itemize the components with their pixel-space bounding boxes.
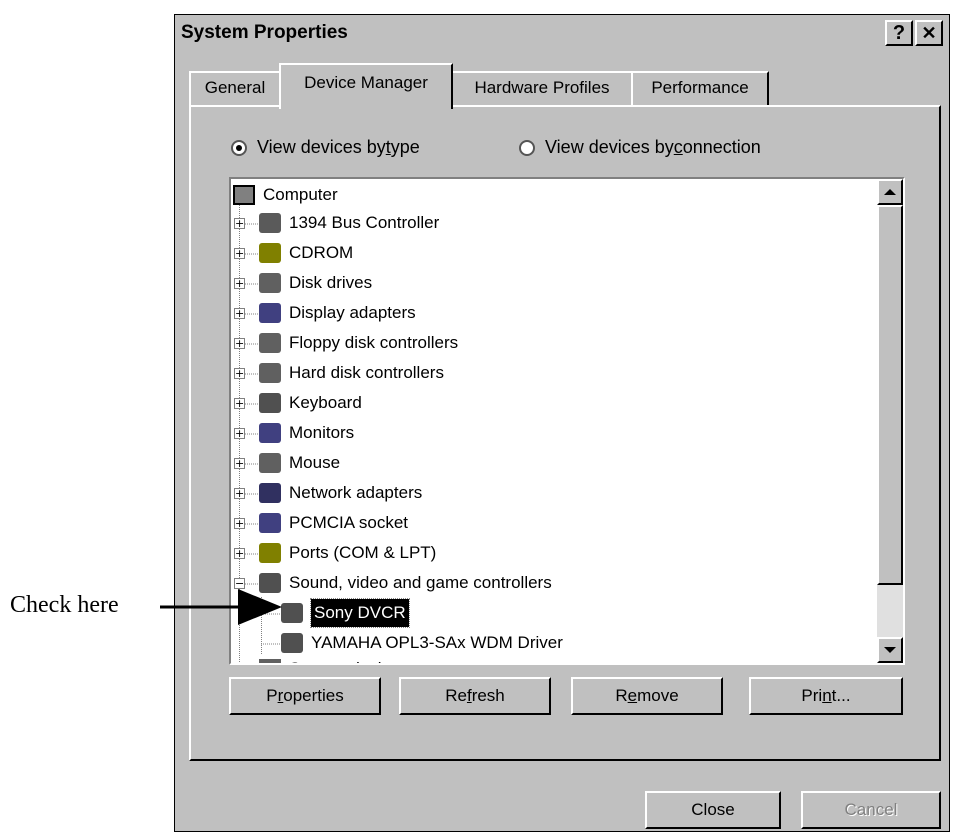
hard-disk-controller-icon — [259, 363, 281, 383]
tab-hardware-profiles[interactable]: Hardware Profiles — [451, 71, 633, 105]
tree-connector — [245, 523, 259, 525]
tree-connector — [245, 403, 259, 405]
close-window-button[interactable]: ✕ — [915, 20, 943, 46]
tree-item-partial[interactable]: System devices — [259, 655, 408, 663]
print-button[interactable]: Print... — [749, 677, 903, 715]
system-devices-icon — [259, 659, 281, 663]
refresh-button[interactable]: Refresh — [399, 677, 551, 715]
scroll-thumb[interactable] — [877, 205, 903, 585]
tree-child-item[interactable]: YAMAHA OPL3-SAx WDM Driver — [281, 629, 563, 657]
monitor-icon — [259, 423, 281, 443]
tree-connector — [245, 583, 259, 585]
view-by-connection-radio[interactable]: View devices by c onnection — [519, 137, 761, 158]
tree-connector — [245, 313, 259, 315]
sound-video-icon — [259, 573, 281, 593]
tab-performance[interactable]: Performance — [631, 71, 769, 105]
tree-item[interactable]: PCMCIA socket — [259, 509, 408, 537]
tree-expander[interactable]: + — [234, 548, 245, 559]
tree-connector — [245, 463, 259, 465]
cdrom-icon — [259, 243, 281, 263]
tree-expander[interactable]: + — [234, 488, 245, 499]
pcmcia-icon — [259, 513, 281, 533]
tree-expander[interactable]: + — [234, 368, 245, 379]
tree-item[interactable]: Disk drives — [259, 269, 372, 297]
tree-expander[interactable]: + — [234, 308, 245, 319]
tree-item[interactable]: Sound, video and game controllers — [259, 569, 552, 597]
computer-icon — [233, 185, 255, 205]
tree-item[interactable]: 1394 Bus Controller — [259, 209, 439, 237]
tree-connector — [245, 343, 259, 345]
device-tree[interactable]: Computer +1394 Bus Controller + CDROM + Disk… — [229, 177, 905, 665]
cancel-button[interactable]: Cancel — [801, 791, 941, 829]
view-by-type-radio[interactable]: View devices by t ype — [231, 137, 420, 158]
tree-item[interactable]: Display adapters — [259, 299, 416, 327]
tree-connector — [261, 613, 281, 615]
display-adapter-icon — [259, 303, 281, 323]
close-button[interactable]: Close — [645, 791, 781, 829]
scroll-down-button[interactable] — [877, 637, 903, 663]
remove-button[interactable]: Remove — [571, 677, 723, 715]
scroll-down-icon — [884, 647, 896, 653]
vertical-scrollbar[interactable] — [877, 179, 903, 663]
sound-video-icon — [281, 633, 303, 653]
disk-drive-icon — [259, 273, 281, 293]
mouse-icon — [259, 453, 281, 473]
tree-item[interactable]: CDROM — [259, 239, 353, 267]
tree-item[interactable]: Floppy disk controllers — [259, 329, 458, 357]
tree-item[interactable]: Keyboard — [259, 389, 362, 417]
tree-connector — [245, 493, 259, 495]
window-title: System Properties — [181, 22, 348, 43]
tree-item[interactable]: Network adapters — [259, 479, 422, 507]
tree-expander[interactable]: − — [234, 578, 245, 589]
tree-expander[interactable]: + — [234, 218, 245, 229]
tab-general[interactable]: General — [189, 71, 281, 105]
radio-selected-icon — [231, 139, 247, 156]
radio-unselected-icon — [519, 139, 535, 156]
scroll-up-icon — [884, 189, 896, 195]
bus-controller-icon — [259, 213, 281, 233]
tree-expander[interactable]: + — [234, 278, 245, 289]
tree-child-item[interactable]: Sony DVCR — [281, 598, 410, 628]
tree-item[interactable]: Ports (COM & LPT) — [259, 539, 436, 567]
tree-connector — [245, 373, 259, 375]
tree-expander[interactable]: + — [234, 458, 245, 469]
tree-expander[interactable]: + — [234, 248, 245, 259]
help-button[interactable]: ? — [885, 20, 913, 46]
tree-expander[interactable]: + — [234, 398, 245, 409]
floppy-controller-icon — [259, 333, 281, 353]
tree-item[interactable]: Monitors — [259, 419, 354, 447]
annotation-label: Check here — [10, 592, 119, 618]
tree-connector — [245, 223, 259, 225]
system-properties-dialog: System Properties ? ✕ General Device Man… — [174, 14, 950, 832]
tree-expander[interactable]: + — [234, 338, 245, 349]
tree-connector — [245, 253, 259, 255]
tree-connector — [245, 283, 259, 285]
tree-expander[interactable]: + — [234, 428, 245, 439]
scroll-up-button[interactable] — [877, 179, 903, 205]
tree-connector — [245, 553, 259, 555]
tree-root-computer[interactable]: Computer — [233, 181, 338, 209]
keyboard-icon — [259, 393, 281, 413]
tab-device-manager[interactable]: Device Manager — [279, 63, 453, 109]
tree-connector — [261, 643, 281, 645]
sound-video-icon — [281, 603, 303, 623]
properties-button[interactable]: Properties — [229, 677, 381, 715]
tree-item[interactable]: Hard disk controllers — [259, 359, 444, 387]
title-bar: System Properties ? ✕ — [175, 15, 949, 51]
tree-connector — [245, 433, 259, 435]
network-adapter-icon — [259, 483, 281, 503]
tree-expander[interactable]: + — [234, 518, 245, 529]
ports-icon — [259, 543, 281, 563]
tree-expander[interactable]: + — [234, 663, 245, 665]
tree-item[interactable]: Mouse — [259, 449, 340, 477]
